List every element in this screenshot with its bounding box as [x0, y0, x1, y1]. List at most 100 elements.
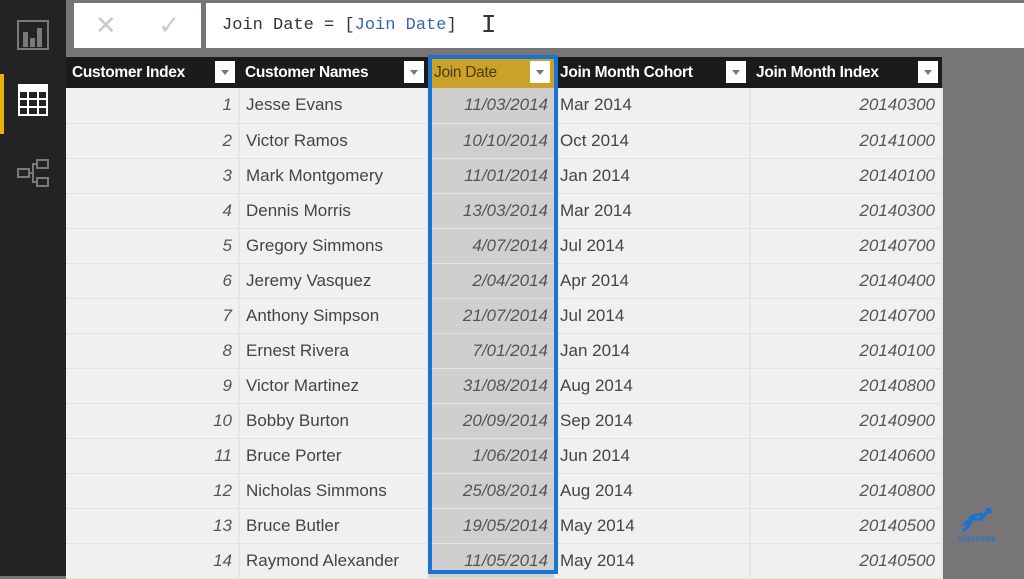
cell-customer-name[interactable]: Dennis Morris — [239, 193, 429, 229]
cell-customer-index[interactable]: 3 — [66, 158, 240, 194]
cancel-icon[interactable]: ✕ — [95, 10, 117, 41]
cell-customer-index[interactable]: 6 — [66, 263, 240, 299]
table-row[interactable]: 6 Jeremy Vasquez 2/04/2014 Apr 2014 20140400 — [66, 263, 943, 299]
cell-join-month-cohort[interactable]: May 2014 — [554, 543, 751, 579]
table-row[interactable]: 8 Ernest Rivera 7/01/2014 Jan 2014 20140100 — [66, 333, 943, 369]
cell-join-month-cohort[interactable]: Jul 2014 — [554, 298, 751, 334]
cell-join-month-cohort[interactable]: Aug 2014 — [554, 368, 751, 404]
sidebar-item-report[interactable] — [0, 5, 66, 65]
cell-join-month-cohort[interactable]: Jun 2014 — [554, 438, 751, 474]
formula-input[interactable]: Join Date = [Join Date] I — [206, 3, 1024, 48]
cell-join-month-cohort[interactable]: Oct 2014 — [554, 123, 751, 159]
cell-customer-name[interactable]: Bruce Porter — [239, 438, 429, 474]
cell-join-month-cohort[interactable]: Jan 2014 — [554, 333, 751, 369]
cell-join-month-cohort[interactable]: Jan 2014 — [554, 158, 751, 194]
table-row[interactable]: 10 Bobby Burton 20/09/2014 Sep 2014 20140900 — [66, 403, 943, 439]
cell-customer-index[interactable]: 7 — [66, 298, 240, 334]
cell-customer-index[interactable]: 8 — [66, 333, 240, 369]
cell-join-date[interactable]: 25/08/2014 — [428, 473, 554, 509]
dropdown-arrow-icon[interactable] — [918, 61, 938, 83]
commit-icon[interactable]: ✓ — [158, 10, 180, 41]
table-row[interactable]: 2 Victor Ramos 10/10/2014 Oct 2014 20141000 — [66, 123, 943, 159]
cell-join-month-index[interactable]: 20140400 — [750, 263, 943, 299]
dropdown-arrow-icon[interactable] — [530, 61, 550, 83]
cell-join-month-index[interactable]: 20140100 — [750, 333, 943, 369]
cell-join-month-cohort[interactable]: Jul 2014 — [554, 228, 751, 264]
cell-join-month-index[interactable]: 20140900 — [750, 403, 943, 439]
cell-customer-index[interactable]: 12 — [66, 473, 240, 509]
cell-customer-name[interactable]: Gregory Simmons — [239, 228, 429, 264]
column-header-customer-names[interactable]: Customer Names — [239, 57, 428, 88]
cell-customer-index[interactable]: 11 — [66, 438, 240, 474]
table-row[interactable]: 4 Dennis Morris 13/03/2014 Mar 2014 20140300 — [66, 193, 943, 229]
cell-join-month-cohort[interactable]: Mar 2014 — [554, 193, 751, 229]
cell-join-month-cohort[interactable]: Mar 2014 — [554, 88, 751, 124]
table-row[interactable]: 12 Nicholas Simmons 25/08/2014 Aug 2014 2014… — [66, 473, 943, 509]
table-row[interactable]: 13 Bruce Butler 19/05/2014 May 2014 20140500 — [66, 508, 943, 544]
table-row[interactable]: 14 Raymond Alexander 11/05/2014 May 2014 201… — [66, 543, 943, 579]
cell-join-date[interactable]: 11/01/2014 — [428, 158, 554, 194]
cell-join-date[interactable]: 2/04/2014 — [428, 263, 554, 299]
cell-customer-name[interactable]: Jeremy Vasquez — [239, 263, 429, 299]
sidebar-item-relationships[interactable] — [0, 143, 66, 203]
table-row[interactable]: 9 Victor Martinez 31/08/2014 Aug 2014 201408… — [66, 368, 943, 404]
dropdown-arrow-icon[interactable] — [215, 61, 235, 83]
column-header-join-date[interactable]: Join Date — [428, 57, 554, 88]
cell-join-date[interactable]: 1/06/2014 — [428, 438, 554, 474]
cell-customer-name[interactable]: Raymond Alexander — [239, 543, 429, 579]
cell-join-month-index[interactable]: 20140100 — [750, 158, 943, 194]
dropdown-arrow-icon[interactable] — [404, 61, 424, 83]
cell-join-date[interactable]: 11/03/2014 — [428, 88, 554, 124]
cell-join-date[interactable]: 7/01/2014 — [428, 333, 554, 369]
table-row[interactable]: 11 Bruce Porter 1/06/2014 Jun 2014 20140600 — [66, 438, 943, 474]
cell-join-date[interactable]: 19/05/2014 — [428, 508, 554, 544]
cell-join-month-index[interactable]: 20140700 — [750, 298, 943, 334]
cell-join-month-index[interactable]: 20141000 — [750, 123, 943, 159]
cell-join-month-index[interactable]: 20140700 — [750, 228, 943, 264]
cell-join-month-index[interactable]: 20140500 — [750, 543, 943, 579]
cell-customer-name[interactable]: Anthony Simpson — [239, 298, 429, 334]
cell-join-month-cohort[interactable]: Aug 2014 — [554, 473, 751, 509]
cell-join-month-cohort[interactable]: Sep 2014 — [554, 403, 751, 439]
cell-join-date[interactable]: 31/08/2014 — [428, 368, 554, 404]
cell-join-month-index[interactable]: 20140800 — [750, 473, 943, 509]
cell-customer-index[interactable]: 13 — [66, 508, 240, 544]
cell-join-date[interactable]: 10/10/2014 — [428, 123, 554, 159]
cell-customer-index[interactable]: 1 — [66, 88, 240, 124]
column-header-customer-index[interactable]: Customer Index — [66, 57, 239, 88]
table-row[interactable]: 5 Gregory Simmons 4/07/2014 Jul 2014 2014070… — [66, 228, 943, 264]
cell-customer-name[interactable]: Victor Ramos — [239, 123, 429, 159]
cell-customer-name[interactable]: Bruce Butler — [239, 508, 429, 544]
cell-join-date[interactable]: 20/09/2014 — [428, 403, 554, 439]
sidebar-item-data[interactable] — [0, 70, 66, 134]
cell-join-month-index[interactable]: 20140300 — [750, 88, 943, 124]
table-row[interactable]: 1 Jesse Evans 11/03/2014 Mar 2014 20140300 — [66, 88, 943, 124]
cell-join-date[interactable]: 11/05/2014 — [428, 543, 554, 579]
cell-join-month-index[interactable]: 20140300 — [750, 193, 943, 229]
cell-customer-name[interactable]: Bobby Burton — [239, 403, 429, 439]
table-row[interactable]: 7 Anthony Simpson 21/07/2014 Jul 2014 201407… — [66, 298, 943, 334]
column-header-join-month-index[interactable]: Join Month Index — [750, 57, 942, 88]
cell-join-month-index[interactable]: 20140600 — [750, 438, 943, 474]
cell-customer-name[interactable]: Jesse Evans — [239, 88, 429, 124]
cell-join-date[interactable]: 13/03/2014 — [428, 193, 554, 229]
column-header-join-month-cohort[interactable]: Join Month Cohort — [554, 57, 750, 88]
cell-customer-index[interactable]: 14 — [66, 543, 240, 579]
cell-customer-index[interactable]: 5 — [66, 228, 240, 264]
cell-join-month-cohort[interactable]: May 2014 — [554, 508, 751, 544]
cell-customer-name[interactable]: Nicholas Simmons — [239, 473, 429, 509]
cell-customer-name[interactable]: Ernest Rivera — [239, 333, 429, 369]
dropdown-arrow-icon[interactable] — [726, 61, 746, 83]
cell-join-month-index[interactable]: 20140500 — [750, 508, 943, 544]
cell-join-month-cohort[interactable]: Apr 2014 — [554, 263, 751, 299]
cell-customer-index[interactable]: 4 — [66, 193, 240, 229]
cell-customer-index[interactable]: 9 — [66, 368, 240, 404]
cell-join-month-index[interactable]: 20140800 — [750, 368, 943, 404]
cell-customer-name[interactable]: Victor Martinez — [239, 368, 429, 404]
subscribe-watermark[interactable]: SUBSCRIBE — [952, 505, 1002, 550]
cell-join-date[interactable]: 4/07/2014 — [428, 228, 554, 264]
cell-customer-index[interactable]: 2 — [66, 123, 240, 159]
cell-customer-index[interactable]: 10 — [66, 403, 240, 439]
cell-join-date[interactable]: 21/07/2014 — [428, 298, 554, 334]
table-row[interactable]: 3 Mark Montgomery 11/01/2014 Jan 2014 201401… — [66, 158, 943, 194]
